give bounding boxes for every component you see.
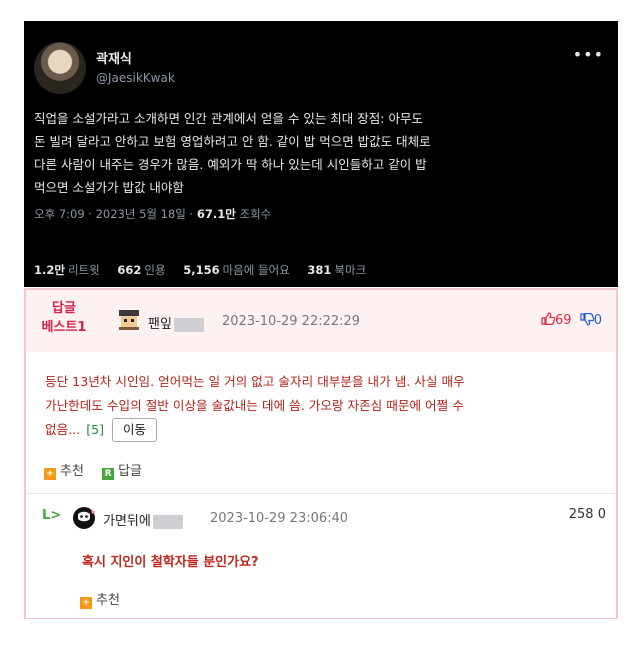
reply-arrow-icon: L> xyxy=(42,508,62,523)
tweet-text-line: 돈 빌려 달라고 안하고 보험 영업하려고 안 함. 같이 밥 먹으면 밥값도 … xyxy=(34,134,431,149)
comment-text-line: 가난한데도 수입의 절반 이상을 술값내는 데에 씀. 가오랑 자존심 때문에 … xyxy=(45,398,464,413)
comment-text: 등단 13년차 시인임. 얻어먹는 일 거의 없고 술자리 대부분을 내가 냄.… xyxy=(45,370,605,442)
comment-username[interactable]: 팬잎 xyxy=(148,313,204,332)
stat-label: 리트윗 xyxy=(67,263,100,277)
badge-line: 답글 xyxy=(52,301,76,316)
comment-text-line: 등단 13년차 시인임. 얻어먹는 일 거의 없고 술자리 대부분을 내가 냄.… xyxy=(45,374,465,389)
reply-actions: + 추천 xyxy=(80,589,134,609)
stat-label: 인용 xyxy=(144,263,166,277)
views-count: 67.1만 xyxy=(196,207,236,221)
tweet-date[interactable]: 2023년 5월 18일 xyxy=(96,207,186,221)
avatar[interactable] xyxy=(34,42,86,94)
recommend-label: 추천 xyxy=(96,593,120,608)
best-comment-header: 답글 베스트1 팬잎 2023-10-29 22:22:29 69 0 xyxy=(26,290,616,352)
more-icon[interactable]: ••• xyxy=(573,45,604,64)
username-mask xyxy=(152,514,183,529)
recommend-label: 추천 xyxy=(60,464,84,479)
thumbs-up-icon xyxy=(541,312,556,326)
plus-icon: + xyxy=(44,468,56,480)
reply-icon: R xyxy=(102,468,115,480)
downvote-button[interactable]: 0 xyxy=(580,312,602,328)
stat-count: 662 xyxy=(117,263,142,277)
move-button[interactable]: 이동 xyxy=(112,418,158,442)
reply-comment: L> 가면뒤에 2023-10-29 23:06:40 258 0 혹시 지인이… xyxy=(26,493,616,618)
tweet-stats: 1.2만 리트윗 662 인용 5,156 마음에 들어요 381 북마크 xyxy=(34,262,380,278)
badge-line: 베스트1 xyxy=(41,320,87,335)
retweet-stat[interactable]: 1.2만 리트윗 xyxy=(34,263,100,277)
tweet-card: 곽재식 @JaesikKwak ••• 직업을 소설가라고 소개하면 인간 관계… xyxy=(24,21,618,287)
mask-avatar-icon xyxy=(73,507,96,529)
tweet-text: 직업을 소설가라고 소개하면 인간 관계에서 얻을 수 있는 최대 장점: 아무… xyxy=(34,107,612,199)
comment-text-end: 없음... xyxy=(45,422,81,437)
username-mask xyxy=(173,317,204,332)
stat-label: 마음에 들어요 xyxy=(222,263,290,277)
reply-button[interactable]: R 답글 xyxy=(102,464,142,480)
bookmark-stat[interactable]: 381 북마크 xyxy=(307,263,366,277)
user-handle[interactable]: @JaesikKwak xyxy=(96,71,175,85)
user-level-icon xyxy=(119,310,139,330)
best-reply-badge: 답글 베스트1 xyxy=(38,299,90,337)
downvote-count: 0 xyxy=(593,313,602,328)
stat-count: 1.2만 xyxy=(34,263,65,277)
recommend-button[interactable]: + 추천 xyxy=(44,464,84,480)
comment-votes: 69 0 xyxy=(541,312,602,328)
plus-icon: + xyxy=(80,597,92,609)
comment-timestamp: 2023-10-29 22:22:29 xyxy=(222,314,361,329)
comment-actions: + 추천 R 답글 xyxy=(44,460,156,480)
tweet-time[interactable]: 오후 7:09 xyxy=(34,207,85,221)
reply-label: 답글 xyxy=(118,464,142,479)
thumbs-down-icon xyxy=(580,312,595,326)
tweet-meta: 오후 7:09 · 2023년 5월 18일 · 67.1만 조회수 xyxy=(34,207,272,221)
quote-stat[interactable]: 662 인용 xyxy=(117,263,165,277)
reply-username[interactable]: 가면뒤에 xyxy=(103,510,183,529)
upvote-button[interactable]: 69 xyxy=(541,312,576,328)
stat-label: 북마크 xyxy=(334,263,367,277)
reply-upvote-count[interactable]: 258 xyxy=(569,507,594,522)
upvote-count: 69 xyxy=(555,313,572,328)
reply-votes: 258 0 xyxy=(569,507,606,522)
tweet-text-line: 다른 사람이 내주는 경우가 많음. 예외가 딱 하나 있는데 시인들하고 같이… xyxy=(34,157,427,172)
reply-text: 혹시 지인이 철학자들 분인가요? xyxy=(82,555,259,570)
recommend-button[interactable]: + 추천 xyxy=(80,593,120,609)
username-text: 팬잎 xyxy=(148,317,172,332)
tweet-text-line: 먹으면 소설가가 밥값 내야함 xyxy=(34,180,184,195)
username-text: 가면뒤에 xyxy=(103,514,151,529)
reply-downvote-count[interactable]: 0 xyxy=(598,507,606,522)
tweet-text-line: 직업을 소설가라고 소개하면 인간 관계에서 얻을 수 있는 최대 장점: 아무… xyxy=(34,111,423,126)
reply-count[interactable]: [5] xyxy=(86,422,104,437)
stat-count: 5,156 xyxy=(183,263,220,277)
like-stat[interactable]: 5,156 마음에 들어요 xyxy=(183,263,290,277)
comment-text-line: 없음... [5] 이동 xyxy=(45,418,605,442)
stat-count: 381 xyxy=(307,263,332,277)
display-name[interactable]: 곽재식 xyxy=(96,48,132,67)
reply-timestamp: 2023-10-29 23:06:40 xyxy=(210,511,349,526)
views-label: 조회수 xyxy=(239,207,272,221)
comment-section: 답글 베스트1 팬잎 2023-10-29 22:22:29 69 0 등단 1… xyxy=(24,288,618,619)
